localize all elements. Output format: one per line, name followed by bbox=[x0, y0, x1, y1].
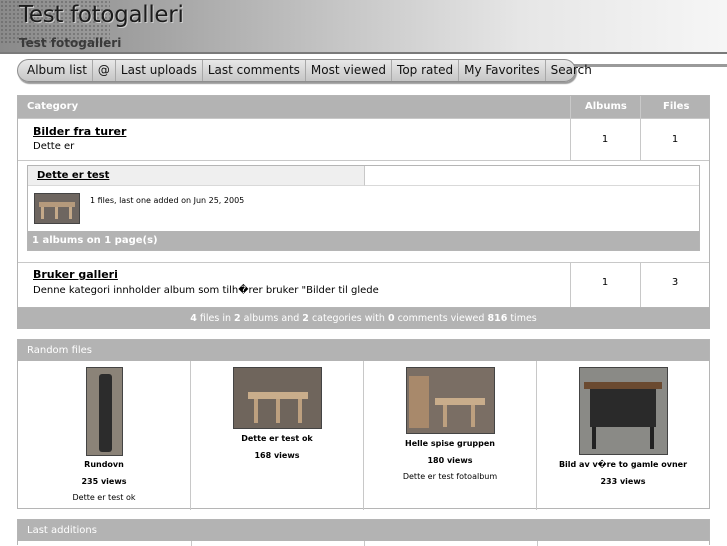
file-description: Dette er test fotoalbum bbox=[402, 472, 498, 481]
thumb-chair bbox=[254, 399, 258, 423]
stat-text: times bbox=[507, 313, 537, 324]
header-divider bbox=[570, 96, 571, 118]
stat-text: comments viewed bbox=[394, 313, 488, 324]
file-views: 233 views bbox=[600, 477, 646, 486]
col-category: Category bbox=[27, 101, 79, 112]
thumb-chair bbox=[443, 405, 447, 427]
main-menu: Album list @ Last uploads Last comments … bbox=[17, 59, 592, 82]
album-link[interactable]: Dette er test bbox=[37, 170, 109, 181]
menu-contact[interactable]: @ bbox=[93, 60, 116, 81]
table-row: Bruker galleri Denne kategori innholder … bbox=[18, 262, 709, 307]
album-thumbnail[interactable] bbox=[34, 193, 80, 224]
file-views: 168 views bbox=[254, 451, 300, 460]
last-additions-panel: Last additions bbox=[17, 519, 710, 546]
album-count: 1 bbox=[601, 277, 609, 288]
site-header: Test fotogalleri Test fotogalleri bbox=[0, 0, 727, 58]
file-views: 235 views bbox=[81, 477, 127, 486]
album-count: 1 bbox=[601, 134, 609, 145]
file-count: 3 bbox=[671, 277, 679, 288]
thumb-chair bbox=[471, 405, 475, 427]
site-subtitle: Test fotogalleri bbox=[19, 36, 122, 50]
gallery-stats: 4 files in 2 albums and 2 categories wit… bbox=[17, 308, 710, 329]
site-title: Test fotogalleri bbox=[19, 2, 184, 28]
thumb-chair bbox=[41, 207, 44, 219]
file-views: 180 views bbox=[427, 456, 473, 465]
file-title: Bild av v�re to gamle ovner bbox=[558, 460, 688, 469]
stat-files: 4 bbox=[190, 313, 197, 324]
album-list-row: Dette er test 1 files, last one added on… bbox=[18, 160, 709, 262]
menu-album-list[interactable]: Album list bbox=[22, 60, 93, 81]
file-title: Rundovn bbox=[84, 460, 124, 469]
thumb-chair bbox=[69, 207, 72, 219]
stat-categories: 2 bbox=[302, 313, 309, 324]
thumb-stove-leg bbox=[650, 427, 654, 449]
category-link[interactable]: Bruker galleri bbox=[33, 268, 118, 281]
menu-my-favorites[interactable]: My Favorites bbox=[459, 60, 546, 81]
thumb-cabinet bbox=[409, 376, 429, 428]
thumb-stove-body bbox=[590, 389, 656, 427]
menu-most-viewed[interactable]: Most viewed bbox=[306, 60, 393, 81]
stat-text: files in bbox=[196, 313, 235, 324]
random-files-panel: Random files Rundovn 235 views Dette er … bbox=[17, 339, 710, 510]
random-files-heading: Random files bbox=[18, 340, 709, 361]
album-header-blank bbox=[365, 166, 699, 186]
stat-text: albums and bbox=[240, 313, 303, 324]
file-thumbnail[interactable] bbox=[86, 367, 123, 456]
menu-last-comments[interactable]: Last comments bbox=[203, 60, 306, 81]
thumb-chair bbox=[55, 207, 58, 219]
random-file-cell: Rundovn 235 views Dette er test ok bbox=[18, 361, 191, 510]
category-description: Dette er bbox=[33, 141, 75, 152]
file-title: Helle spise gruppen bbox=[405, 439, 495, 448]
category-description: Denne kategori innholder album som tilh�… bbox=[33, 285, 379, 296]
menu-top-rated[interactable]: Top rated bbox=[392, 60, 460, 81]
file-thumbnail[interactable] bbox=[406, 367, 495, 434]
thumb-chair bbox=[276, 399, 280, 423]
file-thumbnail[interactable] bbox=[233, 367, 322, 429]
menu-bar: Album list @ Last uploads Last comments … bbox=[0, 54, 727, 90]
thumb-stove-leg bbox=[592, 427, 596, 449]
table-row: Bilder fra turer Dette er 1 1 bbox=[18, 118, 709, 160]
thumb-chair bbox=[298, 399, 302, 423]
stat-albums: 2 bbox=[234, 313, 241, 324]
random-file-cell: Dette er test ok 168 views bbox=[191, 361, 364, 510]
album-box: Dette er test 1 files, last one added on… bbox=[27, 165, 700, 251]
stat-text: categories with bbox=[308, 313, 388, 324]
album-pagination: 1 albums on 1 page(s) bbox=[28, 231, 699, 250]
category-table-header: Category Albums Files bbox=[18, 96, 709, 118]
stat-comments: 0 bbox=[387, 313, 395, 324]
random-file-cell: Helle spise gruppen 180 views Dette er t… bbox=[364, 361, 537, 510]
file-description: Dette er test ok bbox=[72, 493, 136, 502]
header-divider bbox=[640, 96, 641, 118]
cell-divider bbox=[364, 541, 365, 546]
cell-divider bbox=[537, 541, 538, 546]
stat-views: 816 bbox=[487, 313, 508, 324]
album-info: 1 files, last one added on Jun 25, 2005 bbox=[90, 196, 245, 205]
thumb-table bbox=[248, 392, 308, 399]
last-additions-heading: Last additions bbox=[18, 520, 709, 541]
cell-divider bbox=[191, 541, 192, 546]
menu-last-uploads[interactable]: Last uploads bbox=[116, 60, 203, 81]
file-count: 1 bbox=[671, 134, 679, 145]
thumb-stove bbox=[99, 374, 112, 452]
category-table: Category Albums Files Bilder fra turer D… bbox=[17, 95, 710, 308]
menu-search[interactable]: Search bbox=[546, 60, 597, 81]
thumb-table bbox=[435, 398, 485, 405]
col-albums: Albums bbox=[585, 101, 627, 112]
random-file-cell: Bild av v�re to gamle ovner 233 views bbox=[537, 361, 709, 510]
category-link[interactable]: Bilder fra turer bbox=[33, 125, 126, 138]
thumb-stove-top bbox=[584, 382, 662, 389]
col-files: Files bbox=[663, 101, 690, 112]
file-title: Dette er test ok bbox=[241, 434, 313, 443]
file-thumbnail[interactable] bbox=[579, 367, 668, 455]
